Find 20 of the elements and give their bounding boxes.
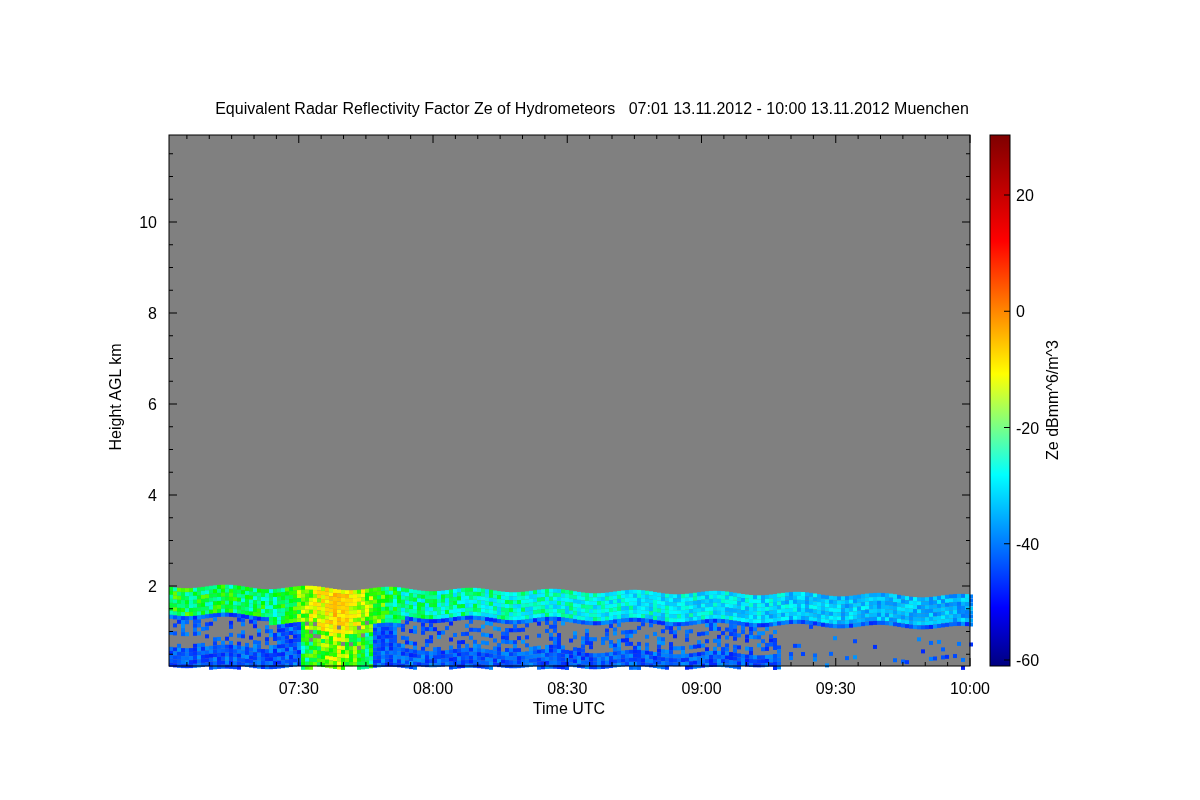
y-tick-label: 8 (148, 305, 157, 322)
colorbar-tick-label: -40 (1016, 535, 1040, 553)
x-axis-label: Time UTC (532, 700, 606, 717)
colorbar-label: Ze dBmm^6/m^3 (1044, 340, 1061, 460)
y-tick-label: 6 (148, 396, 157, 413)
x-tick-label: 10:00 (950, 680, 990, 697)
y-axis-label: Height AGL km (107, 343, 124, 451)
x-tick-label: 08:30 (547, 680, 588, 697)
colorbar-tick-label: 0 (1016, 303, 1025, 321)
colorbar-tick-label: 20 (1016, 187, 1034, 204)
x-tick-label: 07:30 (278, 680, 319, 697)
x-tick-label: 09:30 (815, 680, 856, 697)
x-tick-label: 09:00 (681, 680, 722, 697)
colorbar-tick-label: -20 (1016, 419, 1040, 437)
x-tick-label: 08:00 (413, 680, 454, 697)
colorbar-tick-label: -60 (1016, 652, 1040, 669)
y-tick-label: 10 (139, 214, 157, 231)
y-tick-label: 2 (148, 578, 157, 595)
chart-title: Equivalent Radar Reflectivity Factor Ze of Hydrometeors 07:01 13.11.2012 - 10:00 13.11.2012 Muenchen (215, 100, 969, 117)
y-tick-label: 4 (148, 487, 157, 504)
